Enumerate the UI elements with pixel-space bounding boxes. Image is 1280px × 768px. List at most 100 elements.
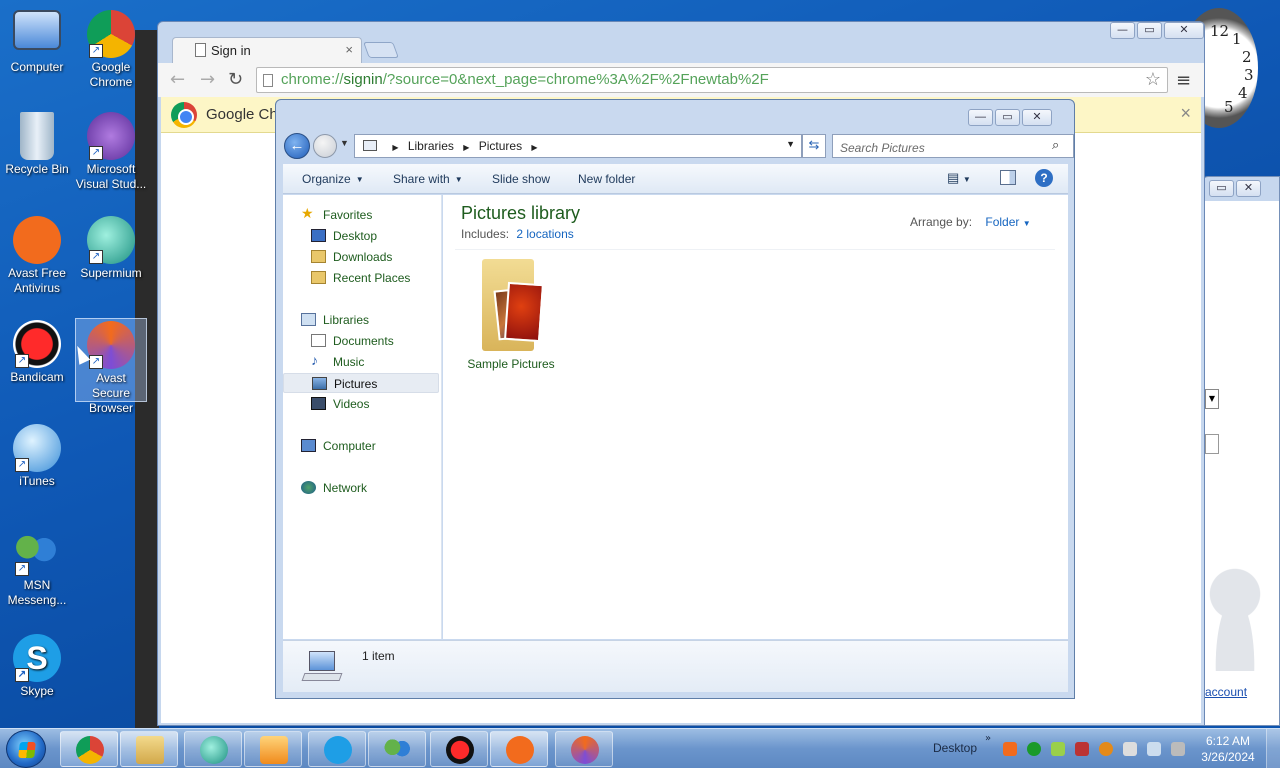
explorer-window-buttons: — ▭ ✕ (968, 109, 1052, 126)
clock-number: 12 (1210, 22, 1230, 40)
volume-muted-icon[interactable] (1171, 742, 1185, 756)
maximize-button[interactable]: ▭ (1137, 22, 1162, 39)
back-button[interactable]: ← (284, 133, 310, 159)
infobar-close-icon[interactable]: × (1180, 103, 1191, 124)
taskbar-msn-messenger[interactable] (368, 731, 426, 767)
nav-pictures[interactable]: Pictures (283, 373, 439, 393)
reload-icon[interactable]: ↻ (228, 69, 243, 90)
nav-music[interactable]: ♪ Music (283, 352, 439, 372)
desktop-icon-supermium[interactable]: ↗ Supermium (75, 216, 147, 281)
breadcrumb[interactable]: ▶ Libraries ▶ Pictures ▶ ▼ (354, 134, 802, 158)
windows-logo-icon (18, 742, 36, 758)
system-tray: Desktop » 6:12 AM 3/26/2024 (905, 729, 1280, 768)
taskbar-avast[interactable] (490, 731, 548, 767)
search-input[interactable] (832, 134, 1074, 158)
desktop-icon-bandicam[interactable]: ↗ Bandicam (1, 320, 73, 385)
arrange-dropdown[interactable]: Folder ▼ (985, 215, 1030, 229)
nav-computer[interactable]: Computer (283, 436, 439, 456)
desktop-icon-recycle-bin[interactable]: Recycle Bin (1, 112, 73, 177)
back-arrow-icon[interactable]: ← (170, 69, 185, 90)
show-desktop-button[interactable] (1266, 729, 1280, 768)
desktop-icon-avast-antivirus[interactable]: Avast Free Antivirus (1, 216, 73, 296)
bookmark-star-icon[interactable]: ☆ (1145, 69, 1161, 90)
nav-favorites[interactable]: ★ Favorites (283, 205, 439, 225)
close-button[interactable]: ✕ (1236, 180, 1261, 197)
nav-desktop[interactable]: Desktop (283, 226, 439, 246)
clock-date: 3/26/2024 (1201, 750, 1255, 764)
preview-pane-icon[interactable] (1000, 170, 1016, 185)
slide-show-button[interactable]: Slide show (492, 172, 550, 186)
taskbar-skype[interactable] (308, 731, 366, 767)
search-tray-icon[interactable] (1099, 742, 1113, 756)
infobar-text: Google Ch (206, 106, 278, 123)
tools-tray-icon[interactable] (1075, 742, 1089, 756)
breadcrumb-arrow-icon[interactable]: ▶ (531, 143, 537, 152)
change-view-icon[interactable]: ▤ ▼ (947, 170, 971, 186)
nav-documents[interactable]: Documents (283, 331, 439, 351)
folder-item[interactable]: Sample Pictures (465, 259, 557, 371)
taskbar-avast-secure-browser[interactable] (555, 731, 613, 767)
folder-icon (136, 736, 164, 764)
desktop-icon-label: Supermium (80, 266, 142, 280)
breadcrumb-libraries[interactable]: Libraries (408, 139, 454, 153)
desktop-icon-computer[interactable]: Computer (1, 10, 73, 75)
forward-arrow-icon[interactable]: → (200, 69, 215, 90)
start-button[interactable] (6, 730, 46, 768)
clock[interactable]: 6:12 AM 3/26/2024 (1198, 733, 1258, 765)
help-icon[interactable]: ? (1035, 169, 1053, 187)
chrome-menu-icon[interactable]: ≡ (1176, 70, 1191, 91)
nav-network[interactable]: Network (283, 478, 439, 498)
desktop-icon-itunes[interactable]: ↗ iTunes (1, 424, 73, 489)
new-folder-button[interactable]: New folder (578, 172, 635, 186)
minimize-button[interactable]: — (1110, 22, 1135, 39)
taskbar-explorer[interactable] (120, 731, 178, 767)
nav-videos[interactable]: Videos (283, 394, 439, 414)
desktop-icon-msn-messenger[interactable]: ↗ MSN Messeng... (1, 528, 73, 608)
refresh-button[interactable]: ⇆ (802, 134, 826, 158)
taskbar-chrome[interactable] (60, 731, 118, 767)
nav-downloads[interactable]: Downloads (283, 247, 439, 267)
text-field[interactable] (1205, 434, 1219, 454)
nav-recent-places[interactable]: Recent Places (283, 268, 439, 288)
tab-sign-in[interactable]: Sign in × (172, 37, 362, 63)
breadcrumb-arrow-icon[interactable]: ▶ (463, 143, 469, 152)
taskbar-media-player[interactable] (244, 731, 302, 767)
tab-close-icon[interactable]: × (345, 42, 353, 57)
maximize-button[interactable]: ▭ (1209, 180, 1234, 197)
new-tab-button[interactable] (363, 42, 399, 58)
account-link[interactable]: account (1205, 685, 1247, 699)
desktop-icon-google-chrome[interactable]: ↗ Google Chrome (75, 10, 147, 90)
close-button[interactable]: ✕ (1022, 109, 1052, 126)
recent-pages-dropdown-icon[interactable]: ▼ (340, 138, 349, 148)
forward-button[interactable] (313, 134, 337, 158)
dropdown-arrow-icon[interactable]: ▼ (1205, 389, 1219, 409)
status-tray-icon[interactable] (1027, 742, 1041, 756)
chevron-right-icon[interactable]: » (985, 733, 991, 744)
clock-number: 4 (1238, 84, 1248, 102)
address-dropdown-icon[interactable]: ▼ (786, 139, 795, 149)
breadcrumb-arrow-icon[interactable]: ▶ (392, 143, 398, 152)
minimize-button[interactable]: — (968, 109, 993, 126)
desktop-icon-visual-studio[interactable]: ↗ Microsoft Visual Stud... (75, 112, 147, 192)
locations-link[interactable]: 2 locations (516, 227, 573, 241)
clock-number: 5 (1224, 98, 1234, 116)
maximize-button[interactable]: ▭ (995, 109, 1020, 126)
taskbar-supermium[interactable] (184, 731, 242, 767)
close-button[interactable]: ✕ (1164, 22, 1204, 39)
network-tray-icon[interactable] (1147, 742, 1161, 756)
share-with-button[interactable]: Share with ▼ (393, 172, 463, 186)
flag-tray-icon[interactable] (1123, 742, 1137, 756)
green-tray-icon[interactable] (1051, 742, 1065, 756)
address-bar[interactable]: chrome://signin/?source=0&next_page=chro… (256, 67, 1168, 93)
avast-tray-icon[interactable] (1003, 742, 1017, 756)
taskbar-bandicam[interactable] (430, 731, 488, 767)
search-icon[interactable]: ⌕ (1052, 137, 1059, 153)
page-icon (195, 43, 206, 57)
library-icon (363, 140, 377, 151)
breadcrumb-pictures[interactable]: Pictures (479, 139, 522, 153)
nav-libraries[interactable]: Libraries (283, 310, 439, 330)
desktop-icon-skype[interactable]: S ↗ Skype (1, 634, 73, 699)
folder-name: Sample Pictures (467, 357, 555, 371)
desktop-toolbar-label[interactable]: Desktop (933, 741, 977, 755)
organize-button[interactable]: Organize ▼ (302, 172, 364, 186)
